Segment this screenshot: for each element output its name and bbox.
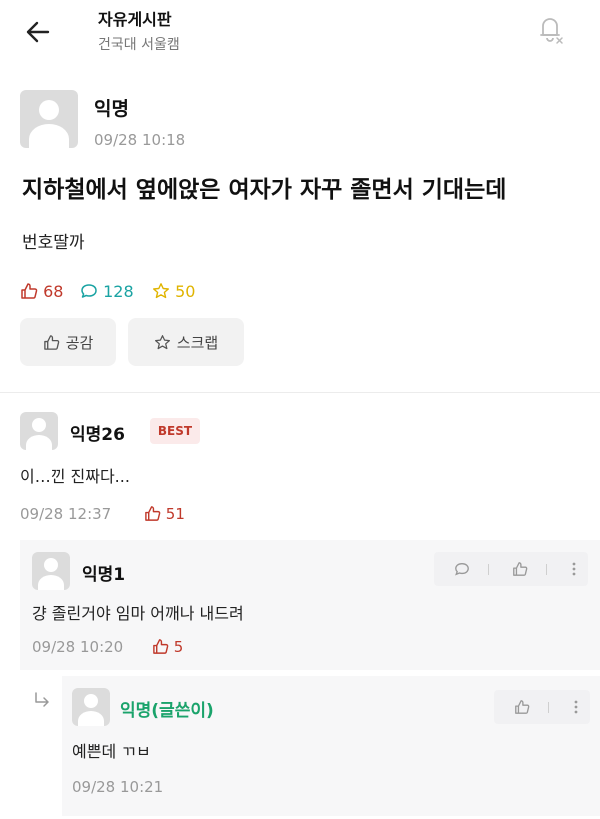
comment-text: 예쁜데 ㄲㅂ: [72, 742, 151, 761]
back-button[interactable]: [20, 14, 56, 50]
more-button[interactable]: [562, 690, 590, 724]
more-vertical-icon: [574, 700, 578, 714]
comment-count: 128: [80, 282, 134, 301]
reply-arrow-icon: [35, 692, 49, 707]
best-badge: BEST: [150, 418, 200, 444]
comment-like-count: 51: [144, 505, 185, 523]
post-body: 번호딸까: [22, 233, 85, 253]
speech-bubble-icon: [455, 562, 469, 576]
post-title: 지하철에서 옆에앉은 여자가 자꾸 졸면서 기대는데: [22, 177, 507, 203]
comment-timestamp: 09/28 10:20: [32, 638, 124, 656]
divider: [548, 702, 549, 713]
bell-off-icon: [540, 18, 563, 44]
star-icon: [153, 283, 169, 299]
notification-toggle-button[interactable]: [530, 8, 570, 48]
divider: [488, 564, 489, 575]
comment-action-group: [434, 552, 588, 586]
speech-bubble-icon: [81, 284, 97, 298]
board-subtitle: 건국대 서울캠: [98, 37, 180, 53]
comment-author-writer: 익명(글쓴이): [120, 701, 214, 721]
comment-author: 익명26: [70, 425, 125, 445]
empathy-button-label: 공감: [65, 333, 94, 352]
comment-action-group: [494, 690, 590, 724]
comment-text: 걍 졸린거야 임마 어깨나 내드려: [32, 604, 244, 623]
like-button[interactable]: [508, 690, 536, 724]
scrap-button[interactable]: 스크랩: [128, 318, 244, 366]
like-count-value: 68: [43, 282, 64, 301]
comment-avatar: [32, 552, 70, 590]
comment-author: 익명1: [82, 565, 126, 585]
thumbs-up-icon: [515, 700, 530, 714]
scrap-count: 50: [152, 282, 195, 301]
like-count: 68: [20, 282, 63, 301]
comment-avatar: [20, 412, 58, 450]
post-author-name: 익명: [94, 98, 129, 120]
back-arrow-icon: [26, 21, 50, 43]
comment-like-value: 5: [173, 638, 184, 656]
thumbs-up-icon: [21, 283, 38, 299]
comment-timestamp: 09/28 10:21: [72, 778, 164, 796]
thumbs-up-icon: [513, 562, 528, 576]
comment-like-value: 51: [165, 505, 185, 523]
comment-avatar: [72, 688, 110, 726]
post-timestamp: 09/28 10:18: [94, 131, 186, 149]
top-bar: 자유게시판 건국대 서울캠: [0, 0, 600, 68]
thumbs-up-icon: [153, 639, 169, 654]
empathy-button[interactable]: 공감: [20, 318, 116, 366]
board-title: 자유게시판: [98, 10, 172, 29]
reply-button[interactable]: [448, 552, 476, 586]
star-icon: [154, 334, 170, 349]
section-divider: [0, 392, 600, 393]
more-vertical-icon: [572, 562, 576, 576]
scrap-count-value: 50: [175, 282, 196, 301]
comment-text: 이…낀 진짜다...: [20, 467, 130, 486]
more-button[interactable]: [560, 552, 588, 586]
divider: [546, 564, 547, 575]
comment-like-count: 5: [152, 638, 183, 656]
like-button[interactable]: [506, 552, 534, 586]
comment-count-value: 128: [103, 282, 134, 301]
comment-timestamp: 09/28 12:37: [20, 505, 112, 523]
thumbs-up-icon: [145, 506, 161, 521]
post-author-avatar: [20, 90, 78, 148]
thumbs-up-icon: [43, 334, 59, 350]
scrap-button-label: 스크랩: [176, 333, 219, 352]
